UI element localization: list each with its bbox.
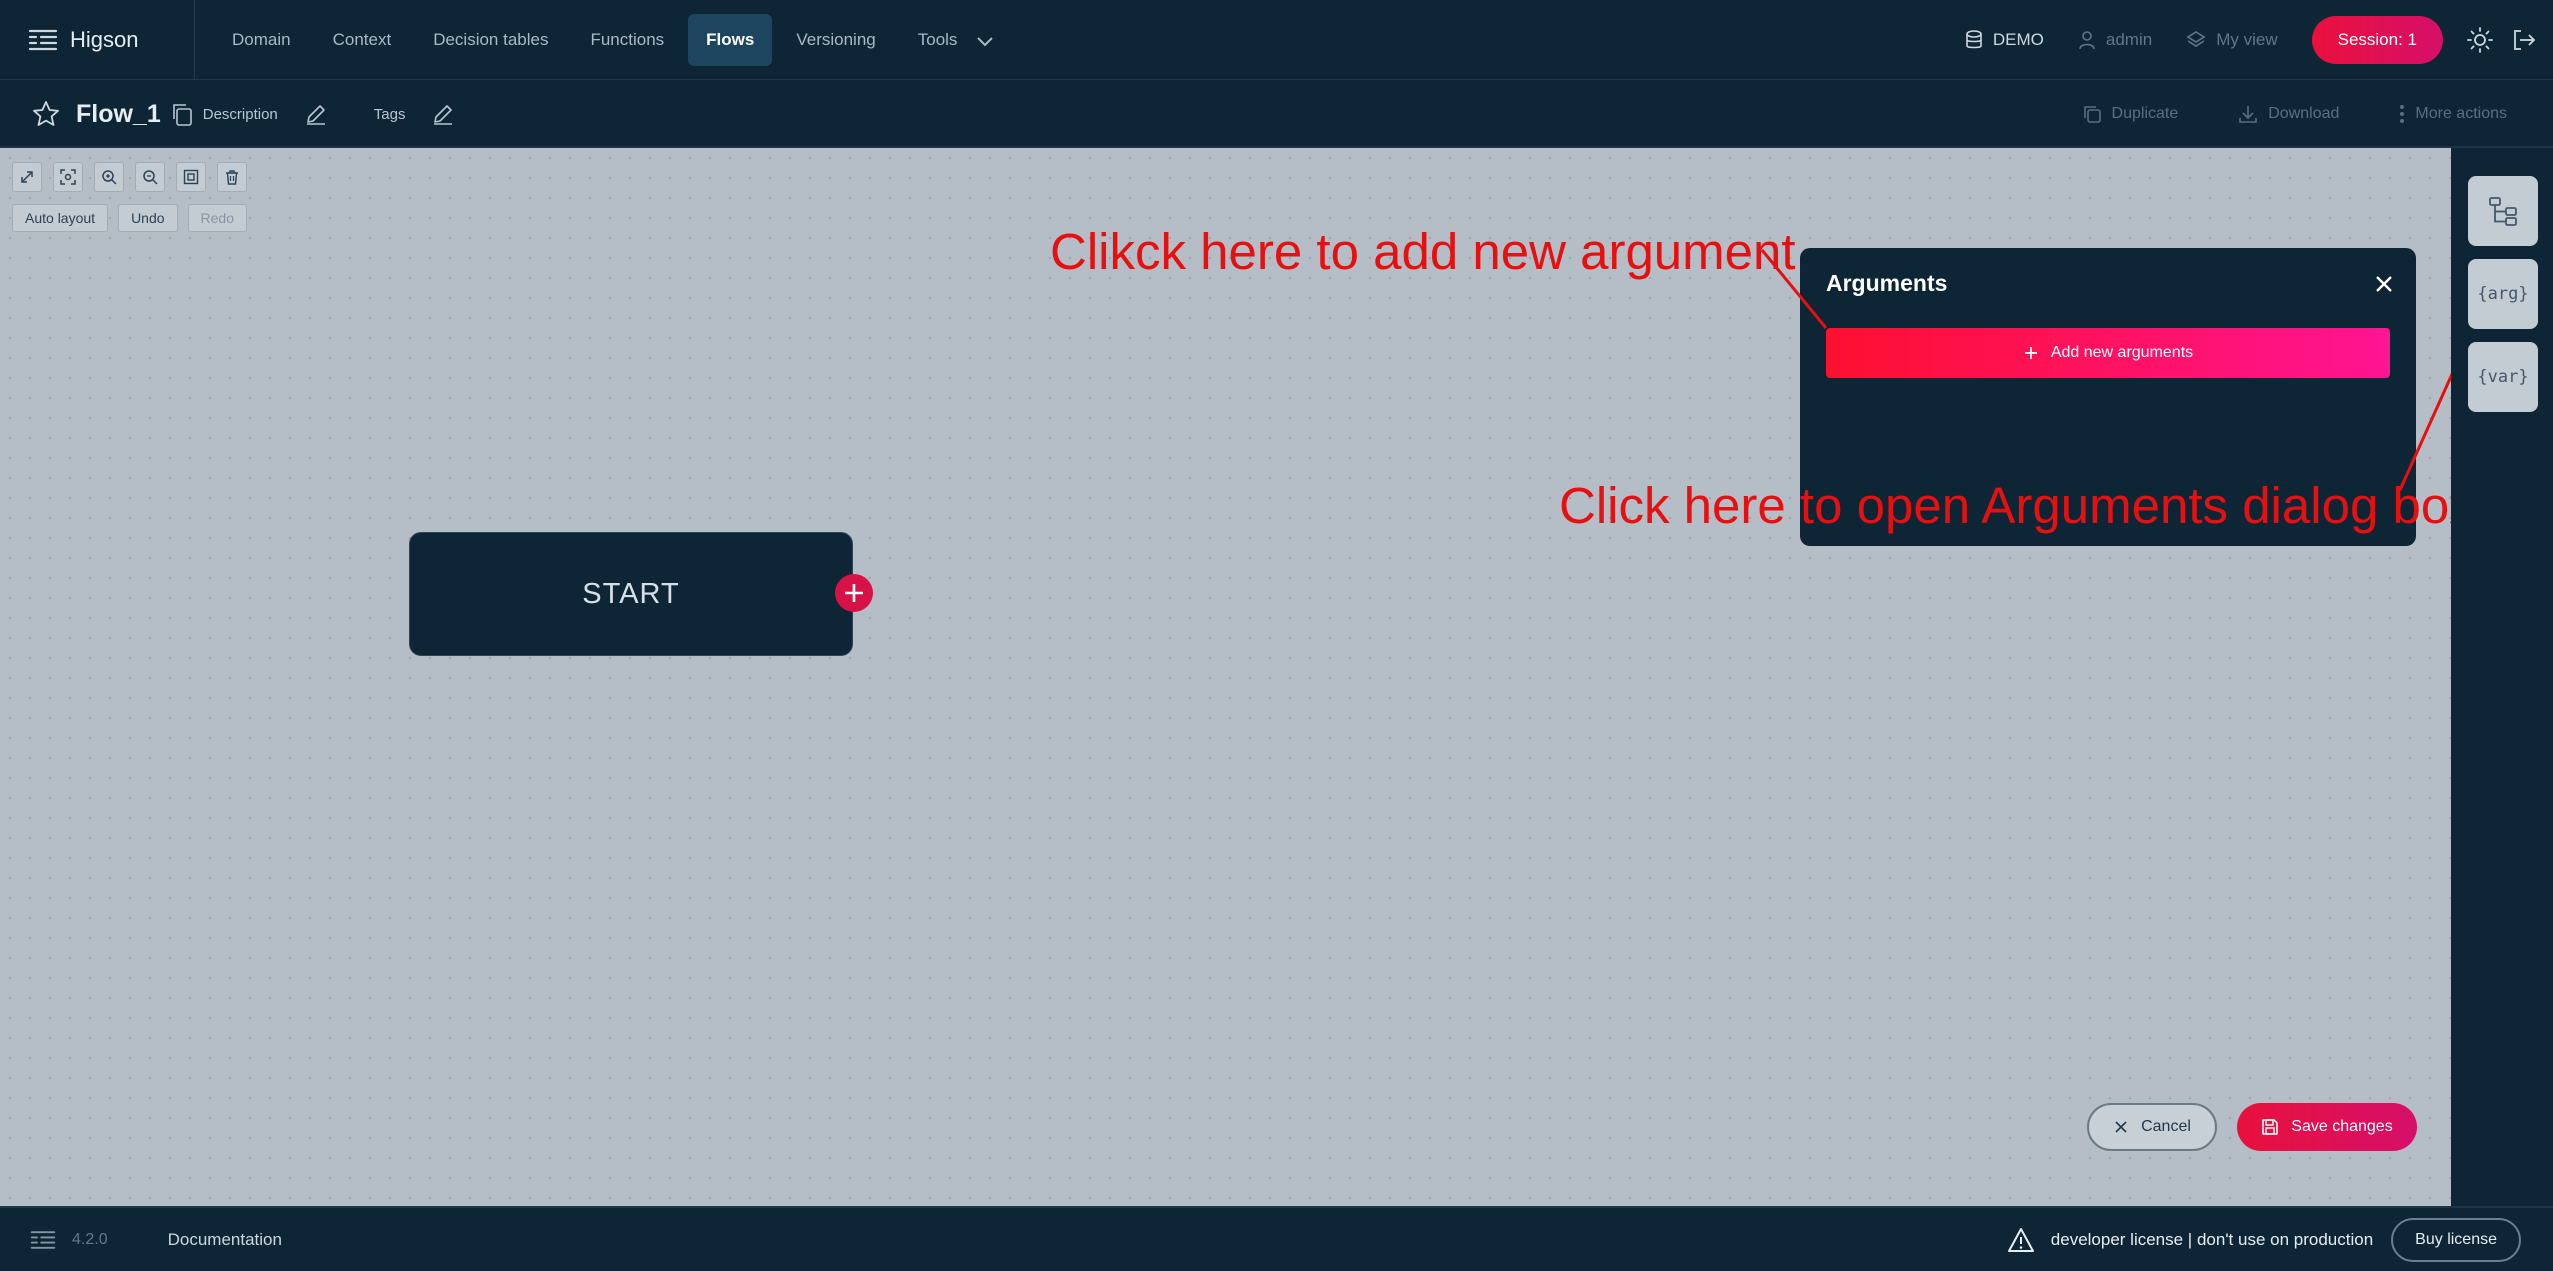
layers-icon (2186, 31, 2206, 47)
user-icon (2079, 31, 2095, 50)
trash-icon (226, 170, 238, 185)
sun-icon (2467, 27, 2493, 53)
view-selector[interactable]: My view (2186, 30, 2278, 50)
warning-icon (2007, 1227, 2034, 1252)
view-label: My view (2216, 30, 2278, 49)
higson-logo-icon (28, 29, 58, 51)
nav-item-tools[interactable]: Tools (900, 14, 1012, 66)
tags-label: Tags (373, 105, 406, 123)
session-button[interactable]: Session: 1 (2311, 16, 2443, 64)
duplicate-button[interactable]: Duplicate (2082, 104, 2179, 124)
copy-icon[interactable] (169, 101, 195, 127)
save-icon (2262, 1119, 2279, 1135)
environment-label: DEMO (1992, 30, 2044, 49)
environment-selector[interactable]: DEMO (1965, 30, 2044, 50)
download-label: Download (2268, 105, 2340, 122)
frame-icon (183, 169, 199, 185)
edit-description-icon[interactable] (304, 102, 328, 126)
top-navigation-bar: Higson Domain Context Decision tables Fu… (0, 0, 2553, 80)
plus-icon (845, 584, 863, 602)
logout-icon (2514, 30, 2536, 50)
add-new-arguments-button[interactable]: Add new arguments (1826, 328, 2390, 378)
more-actions-button[interactable]: More actions (2399, 104, 2507, 124)
topbar-right: DEMO admin My view Session: 1 (1965, 0, 2553, 80)
more-vertical-icon (2400, 105, 2405, 123)
buy-license-button[interactable]: Buy license (2391, 1217, 2521, 1262)
chevron-down-icon (977, 36, 993, 46)
user-label: admin (2105, 30, 2153, 49)
auto-layout-button[interactable]: Auto layout (12, 204, 109, 232)
arguments-toggle-button[interactable]: {arg} (2468, 259, 2538, 329)
save-changes-label: Save changes (2291, 1118, 2393, 1135)
nav-item-functions[interactable]: Functions (572, 14, 682, 66)
footer-left: 4.2.0 Documentation (30, 1208, 282, 1271)
zoom-out-icon (143, 170, 158, 185)
plus-icon (2024, 347, 2037, 359)
flow-canvas[interactable]: Auto layout Undo Redo START Arguments Ad… (0, 148, 2475, 1206)
arguments-panel-title: Arguments (1826, 270, 1948, 296)
flow-structure-icon (2489, 197, 2517, 226)
nav-item-context[interactable]: Context (315, 14, 410, 66)
nav-item-flows[interactable]: Flows (688, 14, 773, 66)
start-node[interactable]: START (409, 532, 853, 656)
nav-item-tools-label: Tools (917, 30, 958, 49)
fullscreen-button[interactable] (12, 162, 42, 192)
flow-header-left: Flow_1 Description Tags (32, 80, 455, 148)
nav-item-domain[interactable]: Domain (214, 14, 309, 66)
canvas-toolbar (12, 162, 247, 192)
footer-right: developer license | don't use on product… (2007, 1208, 2521, 1271)
documentation-link[interactable]: Documentation (168, 1230, 282, 1250)
app-version: 4.2.0 (72, 1230, 108, 1248)
frame-button[interactable] (176, 162, 206, 192)
more-actions-label: More actions (2415, 105, 2507, 122)
close-icon (2115, 1121, 2127, 1133)
add-new-arguments-label: Add new arguments (2050, 344, 2194, 361)
duplicate-label: Duplicate (2111, 105, 2179, 122)
flow-name: Flow_1 (76, 99, 161, 128)
right-side-rail: {arg} {var} (2451, 148, 2553, 1206)
duplicate-icon (2083, 106, 2101, 123)
fit-view-icon (60, 169, 76, 185)
logout-button[interactable] (2509, 25, 2539, 55)
variables-toggle-button[interactable]: {var} (2468, 342, 2538, 412)
database-icon (1966, 30, 1982, 49)
save-changes-button[interactable]: Save changes (2237, 1103, 2417, 1151)
flow-structure-button[interactable] (2468, 176, 2538, 246)
annotation-add-argument: Clikck here to add new argument (1050, 223, 1796, 280)
delete-button[interactable] (217, 162, 247, 192)
main-nav: Domain Context Decision tables Functions… (214, 14, 1012, 66)
flow-header-actions: Duplicate Download More actions (2082, 80, 2507, 148)
zoom-in-button[interactable] (94, 162, 124, 192)
annotation-open-dialog: Click here to open Arguments dialog box (1559, 477, 2475, 534)
arg-icon: {arg} (2477, 284, 2529, 304)
expand-icon (21, 171, 33, 183)
app-logo[interactable]: Higson (28, 22, 138, 58)
app-name: Higson (70, 27, 139, 52)
cancel-button[interactable]: Cancel (2087, 1103, 2217, 1151)
theme-toggle-button[interactable] (2465, 25, 2495, 55)
canvas-history-toolbar: Auto layout Undo Redo (12, 204, 247, 232)
higson-logo-icon (30, 1230, 56, 1249)
undo-button[interactable]: Undo (118, 204, 178, 232)
zoom-out-button[interactable] (135, 162, 165, 192)
close-icon[interactable] (2372, 272, 2396, 296)
cancel-label: Cancel (2141, 1118, 2191, 1135)
nav-item-decision-tables[interactable]: Decision tables (415, 14, 566, 66)
license-warning-text: developer license | don't use on product… (2050, 1229, 2374, 1249)
zoom-in-icon (102, 170, 117, 185)
add-node-button[interactable] (835, 574, 873, 612)
star-icon[interactable] (32, 100, 60, 128)
var-icon: {var} (2477, 367, 2529, 387)
fit-view-button[interactable] (53, 162, 83, 192)
nav-item-versioning[interactable]: Versioning (778, 14, 893, 66)
redo-button[interactable]: Redo (187, 204, 247, 232)
topbar-divider (194, 0, 195, 80)
footer-bar: 4.2.0 Documentation developer license | … (0, 1206, 2553, 1271)
edit-tags-icon[interactable] (431, 102, 455, 126)
download-button[interactable]: Download (2238, 104, 2339, 124)
flow-header-bar: Flow_1 Description Tags Duplicate Downlo… (0, 80, 2553, 148)
download-icon (2239, 106, 2258, 123)
user-menu[interactable]: admin (2078, 30, 2152, 50)
description-label: Description (202, 105, 278, 123)
